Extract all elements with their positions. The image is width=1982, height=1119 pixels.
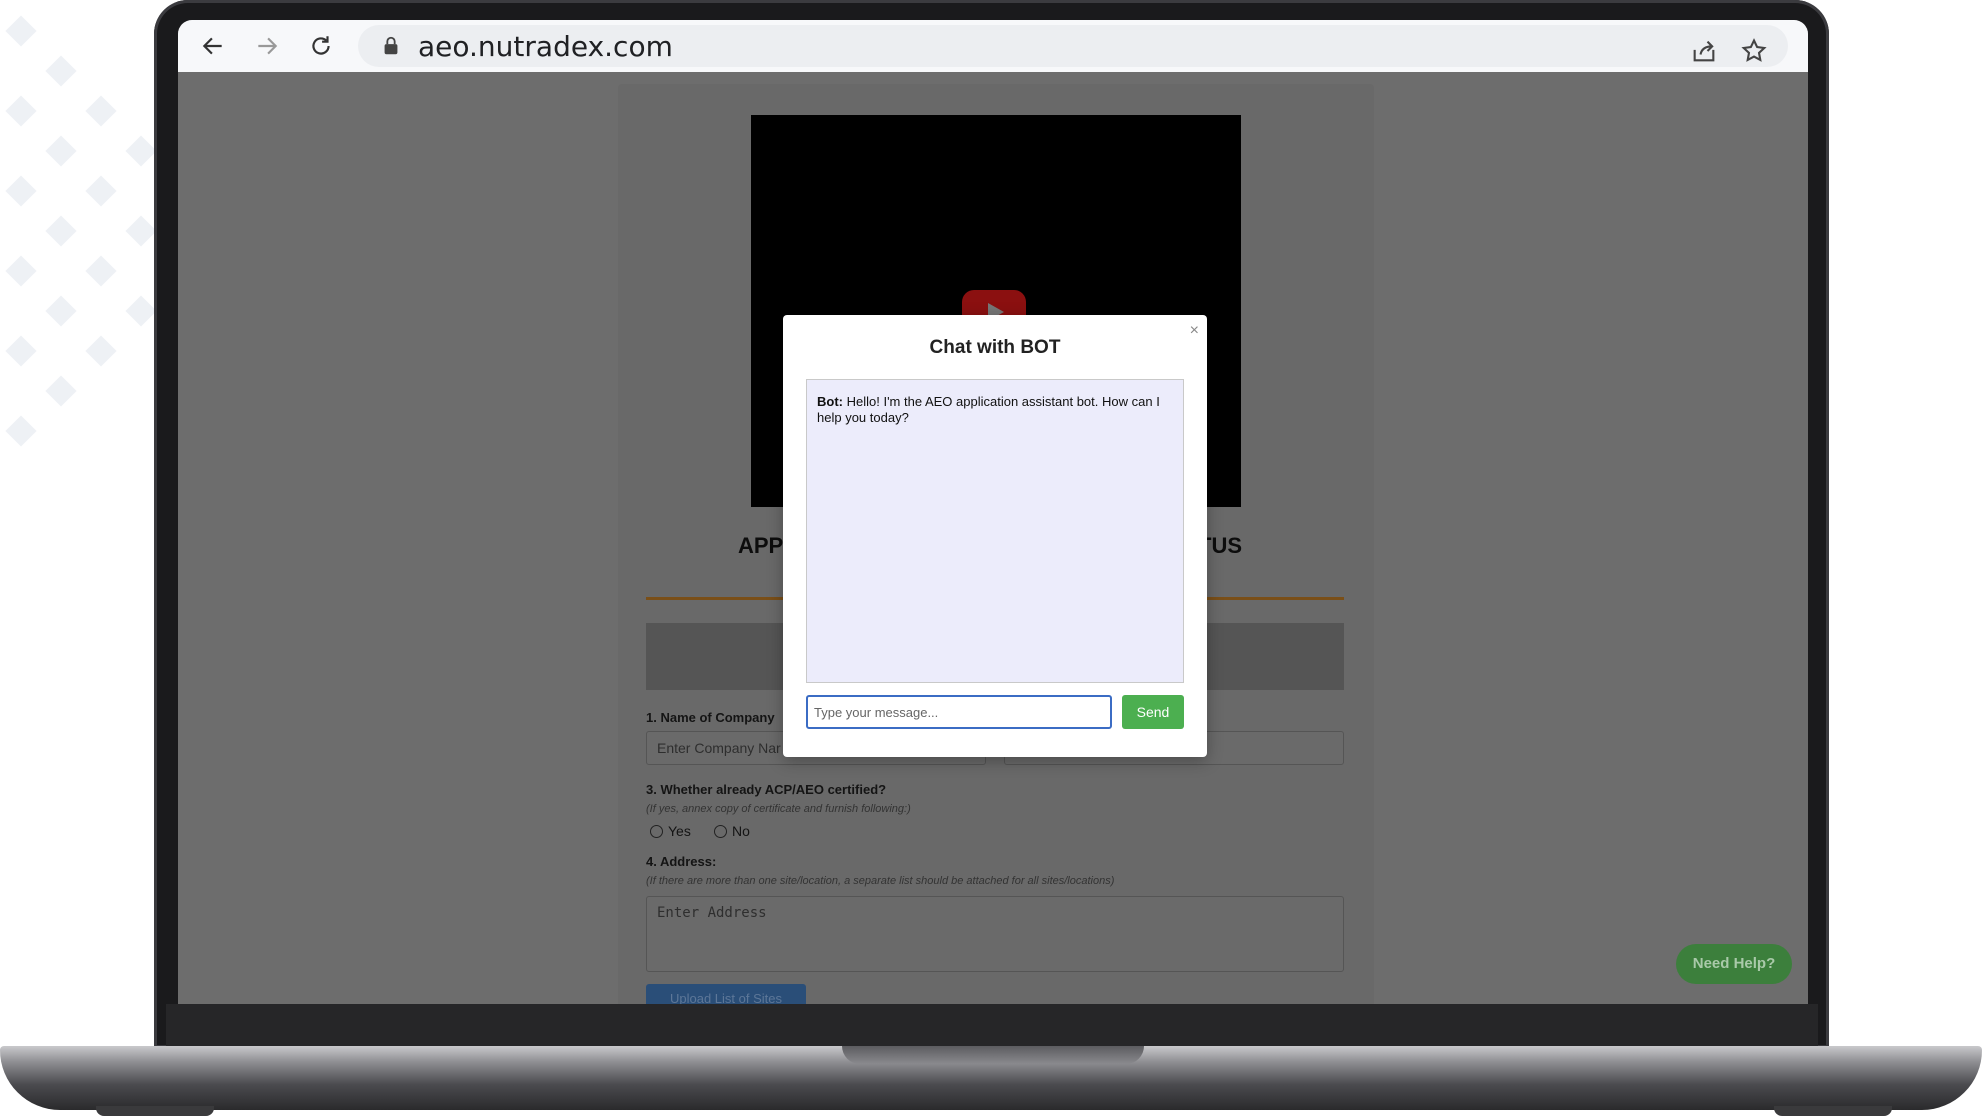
- url-text: aeo.nutradex.com: [418, 29, 673, 63]
- upload-sites-button[interactable]: Upload List of Sites: [646, 984, 806, 1004]
- radio-yes[interactable]: Yes: [650, 823, 691, 839]
- chat-message-input[interactable]: [806, 695, 1112, 729]
- laptop-screen: aeo.nutradex.com APP TUS 1. Name of Comp…: [178, 20, 1808, 1004]
- need-help-button[interactable]: Need Help?: [1676, 944, 1792, 984]
- chat-message: Bot: Hello! I'm the AEO application assi…: [817, 394, 1173, 426]
- address-note: (If there are more than one site/locatio…: [646, 875, 1115, 887]
- address-textarea[interactable]: Enter Address: [646, 896, 1344, 972]
- chat-log: Bot: Hello! I'm the AEO application assi…: [806, 379, 1184, 683]
- chat-title: Chat with BOT: [929, 337, 1061, 358]
- radio-yes-label: Yes: [668, 823, 691, 839]
- lock-icon: [384, 36, 398, 55]
- certified-note: (If yes, annex copy of certificate and f…: [646, 803, 911, 815]
- radio-circle-icon: [650, 824, 663, 838]
- page-heading-left: APP: [738, 533, 784, 558]
- radio-no[interactable]: No: [714, 823, 750, 839]
- radio-no-label: No: [732, 823, 750, 839]
- laptop-notch: [842, 1046, 1144, 1064]
- message-text: Hello! I'm the AEO application assistant…: [817, 394, 1160, 425]
- company-name-label: 1. Name of Company: [646, 710, 775, 725]
- address-label: 4. Address:: [646, 854, 717, 869]
- chat-modal: × Chat with BOT Bot: Hello! I'm the AEO …: [783, 315, 1207, 757]
- laptop-foot-right: [1774, 1106, 1892, 1116]
- browser-toolbar: aeo.nutradex.com: [178, 20, 1808, 72]
- arrow-right-icon: [258, 37, 278, 55]
- reload-button[interactable]: [294, 20, 348, 72]
- laptop-bezel: [166, 1004, 1818, 1046]
- share-icon[interactable]: [1690, 37, 1718, 65]
- radio-circle-icon: [714, 824, 727, 838]
- certified-label: 3. Whether already ACP/AEO certified?: [646, 782, 887, 797]
- star-icon[interactable]: [1740, 37, 1768, 65]
- reload-icon: [312, 36, 330, 55]
- back-button[interactable]: [186, 20, 240, 72]
- forward-button[interactable]: [240, 20, 294, 72]
- arrow-left-icon: [202, 37, 222, 55]
- send-button[interactable]: Send: [1122, 695, 1184, 729]
- address-bar[interactable]: aeo.nutradex.com: [358, 25, 1788, 67]
- laptop-foot-left: [96, 1106, 214, 1116]
- message-sender: Bot:: [817, 394, 847, 409]
